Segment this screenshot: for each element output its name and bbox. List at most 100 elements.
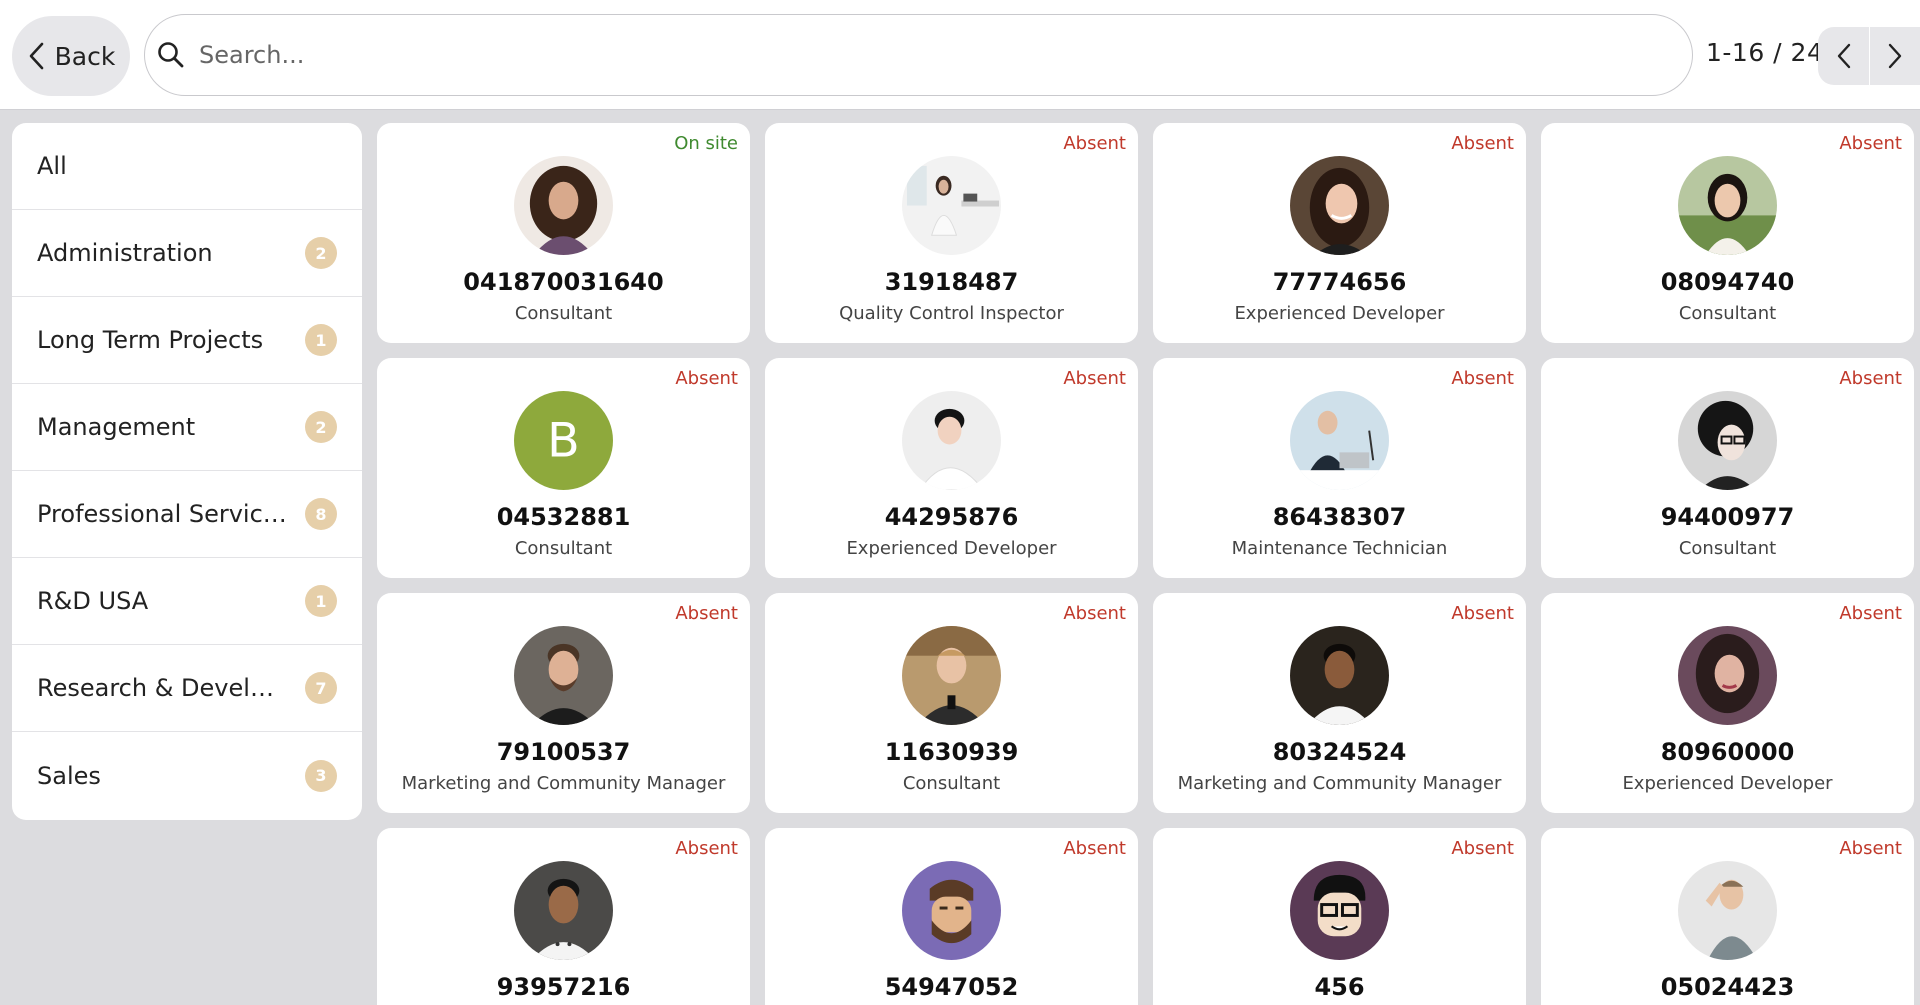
search-input[interactable]: [199, 41, 1599, 69]
employee-card[interactable]: Absent B 04532881 Consultant: [377, 358, 750, 578]
sidebar-item-label: Professional Services: [37, 500, 287, 528]
employee-card[interactable]: Absent 54947052: [765, 828, 1138, 1005]
sidebar-item-label: All: [37, 152, 67, 180]
avatar: [902, 861, 1001, 960]
status-label: Absent: [675, 838, 738, 859]
status-label: Absent: [1063, 133, 1126, 154]
avatar: [1678, 391, 1777, 490]
status-label: Absent: [1451, 368, 1514, 389]
employee-card[interactable]: Absent 05024423: [1541, 828, 1914, 1005]
status-label: On site: [674, 133, 738, 154]
department-sidebar: All Administration 2 Long Term Projects …: [12, 123, 362, 820]
woman-glasses-photo: [1678, 391, 1777, 490]
employee-card[interactable]: Absent 93957216: [377, 828, 750, 1005]
employee-job-title: Marketing and Community Manager: [1177, 773, 1502, 794]
status-label: Absent: [675, 603, 738, 624]
sidebar-item-rd-usa[interactable]: R&D USA 1: [12, 558, 362, 645]
status-label: Absent: [1839, 838, 1902, 859]
next-page-button[interactable]: [1869, 27, 1920, 85]
employee-job-title: Experienced Developer: [846, 538, 1057, 559]
count-badge: 2: [305, 411, 337, 443]
employee-card[interactable]: Absent 31918487 Quality Control Inspecto…: [765, 123, 1138, 343]
employee-job-title: Marketing and Community Manager: [401, 773, 726, 794]
employee-name: 93957216: [496, 973, 631, 1001]
previous-page-button[interactable]: [1818, 27, 1869, 85]
employee-card[interactable]: Absent 44295876 Experienced Developer: [765, 358, 1138, 578]
employee-job-title: Experienced Developer: [1234, 303, 1445, 324]
sidebar-item-label: R&D USA: [37, 587, 149, 615]
count-badge: 1: [305, 585, 337, 617]
status-label: Absent: [1063, 603, 1126, 624]
status-label: Absent: [1839, 368, 1902, 389]
count-badge: 7: [305, 672, 337, 704]
status-label: Absent: [1839, 603, 1902, 624]
employee-job-title: Consultant: [902, 773, 1001, 794]
search-icon: [158, 42, 184, 68]
avatar: [514, 626, 613, 725]
employee-card[interactable]: Absent 08094740 Consultant: [1541, 123, 1914, 343]
woman-dark-hair-photo: [1678, 626, 1777, 725]
employee-job-title: Consultant: [514, 538, 613, 559]
chevron-left-icon: [1837, 43, 1850, 69]
sidebar-item-administration[interactable]: Administration 2: [12, 210, 362, 297]
employee-card[interactable]: Absent 86438307 Maintenance Technician: [1153, 358, 1526, 578]
employee-name: 11630939: [884, 738, 1019, 766]
employee-name: 86438307: [1272, 503, 1407, 531]
sidebar-item-sales[interactable]: Sales 3: [12, 732, 362, 819]
employee-card[interactable]: On site 041870031640 Consultant: [377, 123, 750, 343]
avatar: [1678, 626, 1777, 725]
employee-card[interactable]: Absent 80960000 Experienced Developer: [1541, 593, 1914, 813]
avatar-initial: B: [547, 413, 580, 468]
pager-range: 1-16 / 24: [1706, 38, 1824, 67]
search-bar[interactable]: [144, 14, 1693, 96]
avatar: [1290, 391, 1389, 490]
sidebar-item-management[interactable]: Management 2: [12, 384, 362, 471]
sidebar-item-all[interactable]: All: [12, 123, 362, 210]
avatar: [1290, 156, 1389, 255]
man-beard-photo: [514, 626, 613, 725]
back-button[interactable]: Back: [12, 16, 130, 96]
count-badge: 8: [305, 498, 337, 530]
employee-grid: On site 041870031640 Consultant Absent 3…: [377, 123, 1920, 1005]
employee-name: 041870031640: [463, 268, 664, 296]
avatar: [902, 626, 1001, 725]
employee-card[interactable]: Absent 94400977 Consultant: [1541, 358, 1914, 578]
sidebar-item-label: Administration: [37, 239, 213, 267]
status-label: Absent: [1451, 838, 1514, 859]
employee-name: 79100537: [496, 738, 631, 766]
employee-name: 80960000: [1660, 738, 1795, 766]
sidebar-item-professional-services[interactable]: Professional Services 8: [12, 471, 362, 558]
sidebar-item-label: Research & Develop...: [37, 674, 287, 702]
employee-name: 77774656: [1272, 268, 1407, 296]
woman-office-photo: [902, 156, 1001, 255]
avatar: [514, 156, 613, 255]
employee-name: 80324524: [1272, 738, 1407, 766]
status-label: Absent: [1451, 603, 1514, 624]
woman-smiling-photo: [1290, 156, 1389, 255]
count-badge: 2: [305, 237, 337, 269]
man-chef-photo: [514, 861, 613, 960]
employee-name: 54947052: [884, 973, 1019, 1001]
employee-card[interactable]: Absent 456: [1153, 828, 1526, 1005]
employee-job-title: Consultant: [1678, 303, 1777, 324]
avatar: [1678, 861, 1777, 960]
sidebar-item-research-development[interactable]: Research & Develop... 7: [12, 645, 362, 732]
sidebar-item-label: Sales: [37, 761, 101, 790]
employee-card[interactable]: Absent 79100537 Marketing and Community …: [377, 593, 750, 813]
employee-name: 94400977: [1660, 503, 1795, 531]
employee-card[interactable]: Absent 77774656 Experienced Developer: [1153, 123, 1526, 343]
avatar: [902, 391, 1001, 490]
avatar: [1290, 626, 1389, 725]
cartoon-man-glasses: [1290, 861, 1389, 960]
sidebar-item-label: Management: [37, 413, 196, 441]
man-desk-photo: [1290, 391, 1389, 490]
cartoon-man-beard: [902, 861, 1001, 960]
employee-name: 31918487: [884, 268, 1019, 296]
pager-controls: [1818, 27, 1920, 85]
employee-job-title: Quality Control Inspector: [839, 303, 1064, 324]
avatar: [514, 861, 613, 960]
sidebar-item-long-term-projects[interactable]: Long Term Projects 1: [12, 297, 362, 384]
status-label: Absent: [675, 368, 738, 389]
employee-card[interactable]: Absent 80324524 Marketing and Community …: [1153, 593, 1526, 813]
employee-card[interactable]: Absent 11630939 Consultant: [765, 593, 1138, 813]
